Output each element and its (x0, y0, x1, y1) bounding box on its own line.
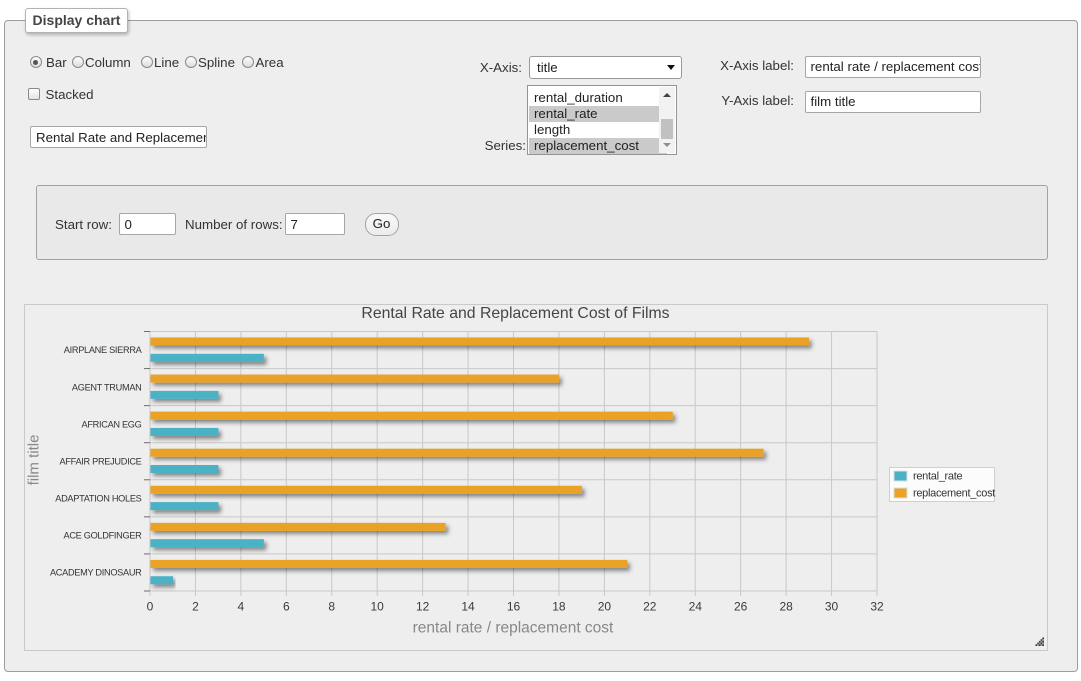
svg-text:30: 30 (825, 600, 839, 614)
svg-text:14: 14 (461, 600, 475, 614)
svg-text:ACADEMY DINOSAUR: ACADEMY DINOSAUR (50, 568, 142, 578)
svg-text:26: 26 (734, 600, 748, 614)
svg-text:6: 6 (283, 600, 290, 614)
svg-text:2: 2 (192, 600, 199, 614)
svg-text:AGENT TRUMAN: AGENT TRUMAN (72, 382, 142, 392)
svg-text:replacement_cost: replacement_cost (913, 488, 995, 500)
svg-text:24: 24 (689, 600, 703, 614)
svg-text:0: 0 (147, 600, 154, 614)
svg-text:ACE GOLDFINGER: ACE GOLDFINGER (64, 531, 143, 541)
svg-text:film title: film title (25, 435, 42, 486)
svg-text:18: 18 (552, 600, 566, 614)
svg-text:12: 12 (416, 600, 430, 614)
svg-text:Rental Rate and Replacement Co: Rental Rate and Replacement Cost of Film… (361, 305, 669, 322)
svg-text:8: 8 (328, 600, 335, 614)
svg-text:AFFAIR PREJUDICE: AFFAIR PREJUDICE (60, 456, 142, 466)
svg-text:10: 10 (371, 600, 385, 614)
svg-text:20: 20 (598, 600, 612, 614)
svg-text:28: 28 (779, 600, 793, 614)
svg-text:22: 22 (643, 600, 657, 614)
svg-text:rental rate / replacement cost: rental rate / replacement cost (413, 619, 614, 636)
svg-text:4: 4 (238, 600, 245, 614)
svg-text:AIRPLANE SIERRA: AIRPLANE SIERRA (64, 345, 143, 355)
svg-text:rental_rate: rental_rate (913, 471, 962, 483)
svg-text:ADAPTATION HOLES: ADAPTATION HOLES (55, 494, 141, 504)
svg-text:32: 32 (870, 600, 884, 614)
svg-text:AFRICAN EGG: AFRICAN EGG (82, 419, 142, 429)
svg-text:16: 16 (507, 600, 521, 614)
